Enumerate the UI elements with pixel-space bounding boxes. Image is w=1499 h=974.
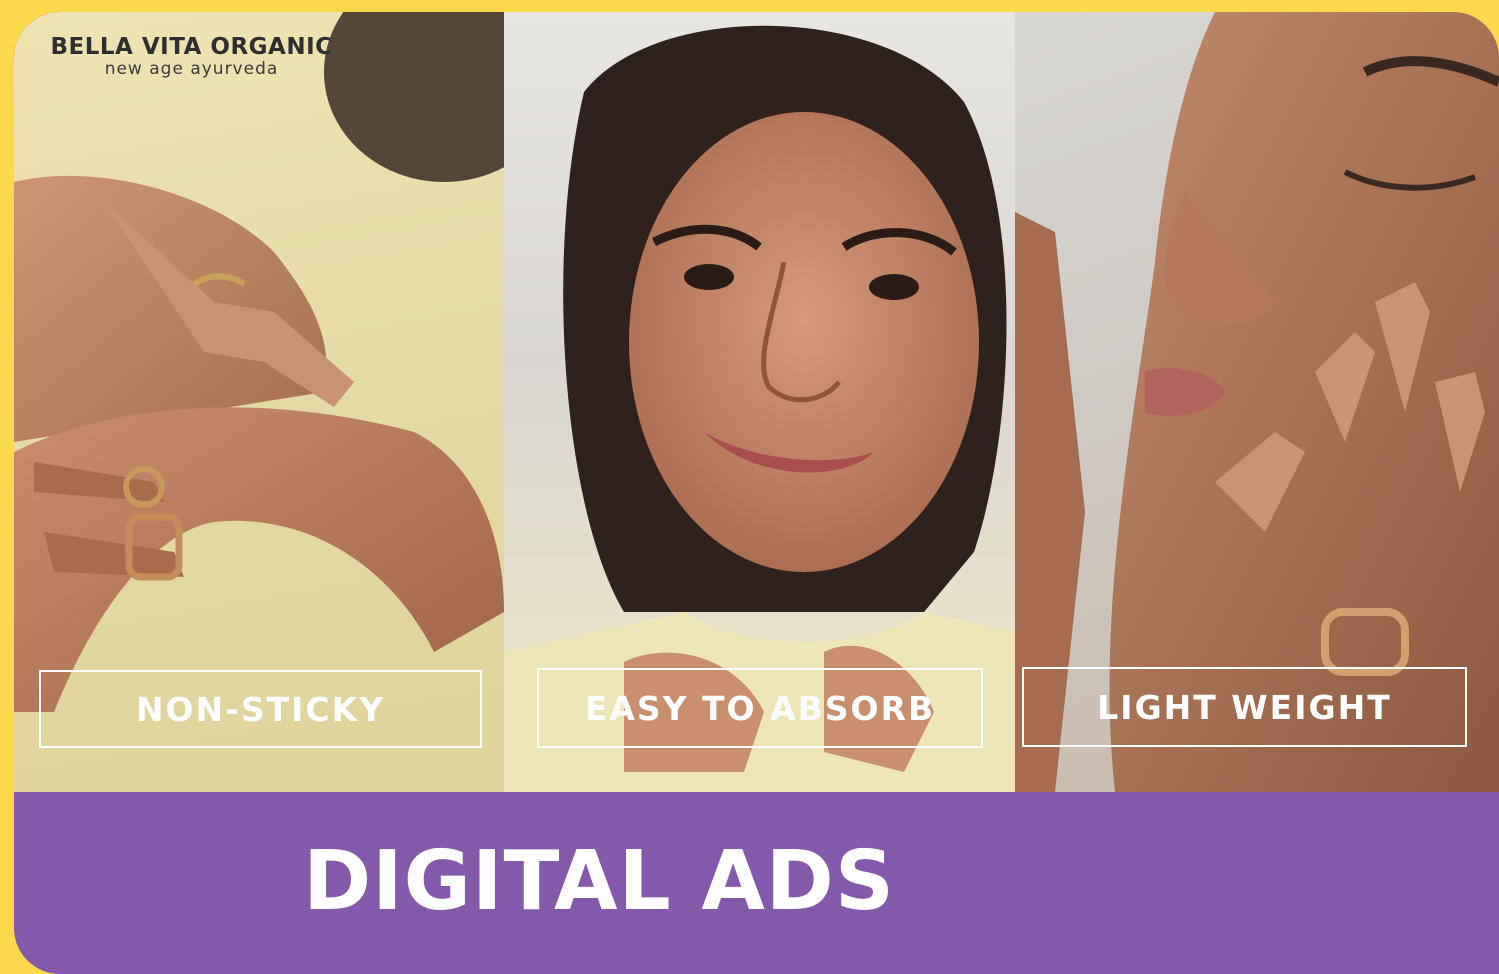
panel-non-sticky: BELLA VITA ORGANIC new age ayurveda NON-…: [14, 12, 504, 792]
label-box-non-sticky: NON-STICKY: [39, 670, 482, 748]
panel-light-weight: LIGHT WEIGHT: [1015, 12, 1499, 792]
digital-ads-title: DIGITAL ADS: [303, 834, 895, 929]
label-box-light-weight: LIGHT WEIGHT: [1022, 667, 1467, 747]
brand-tagline: new age ayurveda: [104, 59, 279, 79]
label-light-weight: LIGHT WEIGHT: [1097, 687, 1392, 727]
label-box-easy-to-absorb: EASY TO ABSORB: [537, 668, 983, 748]
panel-easy-to-absorb: EASY TO ABSORB: [504, 12, 1015, 792]
digital-ads-card: BELLA VITA ORGANIC new age ayurveda NON-…: [14, 12, 1499, 974]
ad-panels: BELLA VITA ORGANIC new age ayurveda NON-…: [14, 12, 1499, 792]
brand-name: BELLA VITA ORGANIC: [50, 34, 333, 60]
label-non-sticky: NON-STICKY: [135, 689, 386, 729]
label-easy-to-absorb: EASY TO ABSORB: [584, 688, 936, 728]
brand-logo: BELLA VITA ORGANIC new age ayurveda: [34, 34, 349, 78]
